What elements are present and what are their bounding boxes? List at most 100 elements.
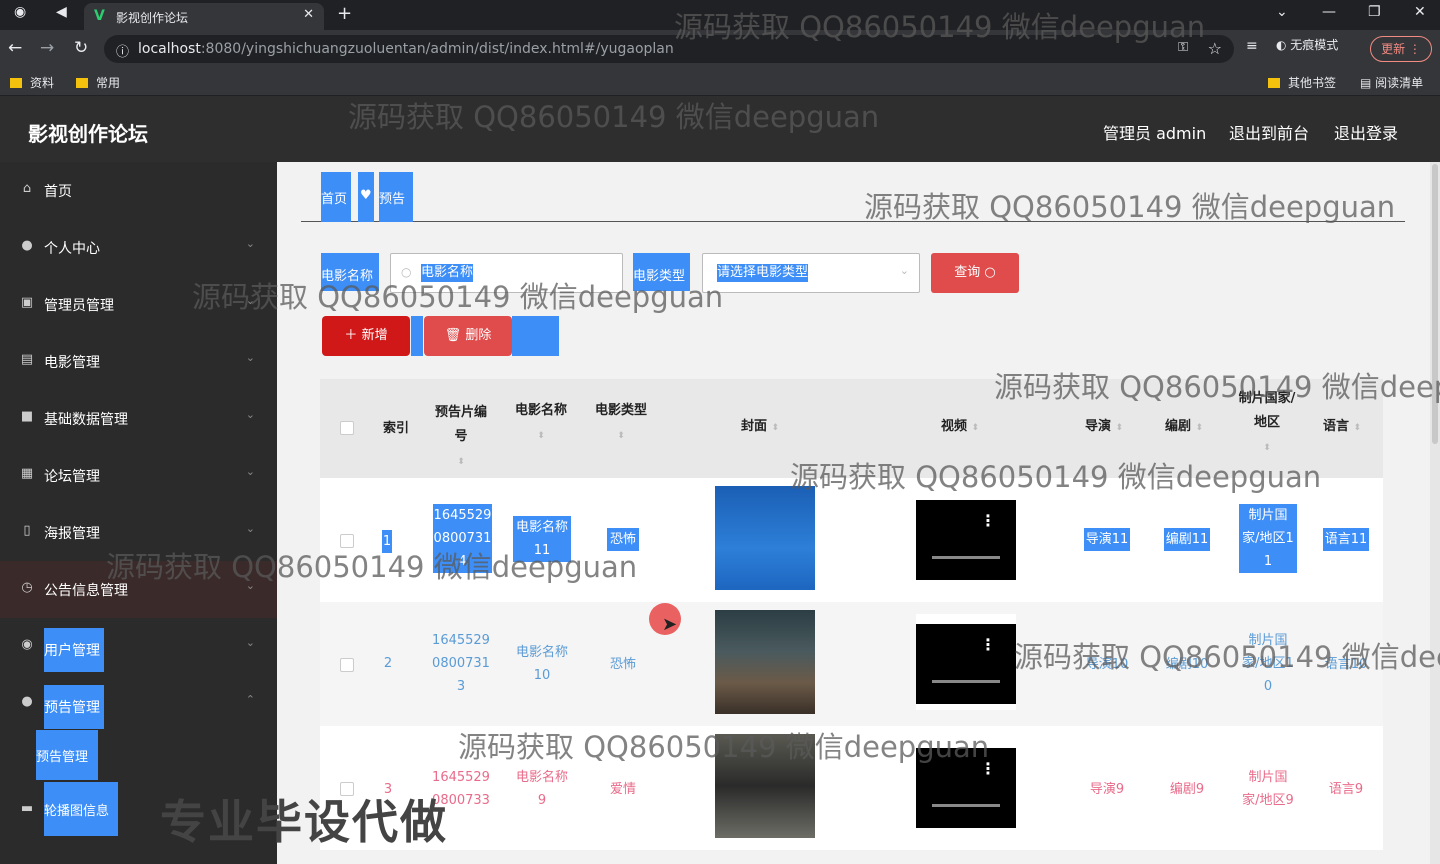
reading-list[interactable]: ▤ 阅读清单 [1360,74,1423,91]
sidebar-item-profile[interactable]: ● 个人中心 ⌄ [0,219,277,276]
cell-country: 制片国 家/地区9 [1242,770,1294,808]
cell-writer: 编剧9 [1169,782,1205,797]
promo-text: 专业毕设代做 [160,795,448,849]
sidebar-item-forum[interactable]: ▦ 论坛管理 ⌄ [0,447,277,504]
sort-icon[interactable]: ⬍ [972,423,980,433]
sidebar-item-label: 基础数据管理 [44,412,128,428]
sort-icon[interactable]: ⬍ [1116,423,1124,433]
to-front-link[interactable]: 退出到前台 [1229,120,1309,144]
video-player[interactable]: ⋮ [916,738,1016,834]
profile-button[interactable]: ◐ 无痕模式 [1276,36,1338,53]
name-search-placeholder: 电影名称 [421,264,474,282]
th-code[interactable]: 预告片编号 ⬍ [430,401,492,474]
url-field[interactable]: ⓘ localhost:8080/yingshichuangzuoluentan… [104,35,1234,63]
restore-icon[interactable]: ❐ [1368,4,1381,20]
sidebar-item-home[interactable]: ⌂ 首页 [0,162,277,219]
sort-icon[interactable]: ⬍ [1263,443,1271,453]
sidebar-item-notices[interactable]: ◷ 公告信息管理 ⌄ [0,561,277,618]
cell-language: 语言9 [1328,782,1364,797]
forward-icon[interactable]: → [40,38,54,58]
window-close-icon[interactable]: ✕ [1414,4,1426,20]
name-search-input[interactable]: ○ 电影名称 [390,253,623,293]
reading-list-icon[interactable]: ≡ [1246,38,1258,54]
table-row[interactable]: 3 1645529 0800733 电影名称 9 爱情 ⋮ 导演9 编剧9 制片国家… [320,726,1383,850]
bookmarks-bar: 资料 常用 其他书签 ▤ 阅读清单 [0,68,1440,96]
cell-name: 电影名称 9 [515,770,568,808]
site-logo-icon: V [94,8,105,24]
sort-icon[interactable]: ⬍ [537,431,545,441]
select-all-checkbox[interactable] [340,421,354,435]
sidebar-item-label: 首页 [44,184,72,200]
reload-icon[interactable]: ↻ [74,38,88,58]
th-director[interactable]: 导演 ⬍ [1072,415,1136,440]
bookmark-item[interactable]: 资料 [10,74,54,91]
row-checkbox[interactable] [340,534,354,548]
query-button[interactable]: 查询 ○ [931,253,1019,293]
app-header: 影视创作论坛 管理员 admin 退出到前台 退出登录 [0,96,1440,162]
table-row[interactable]: 1 1645529 0800731 4 电影名称 11 恐怖 ⋮ 导演11 编剧11 … [320,478,1383,602]
sidebar-item-trailers[interactable]: ● 预告管理 ⌃ [0,675,277,732]
mute-icon[interactable]: ◀ [56,4,67,20]
sort-icon[interactable]: ⬍ [1354,423,1362,433]
th-language[interactable]: 语言 ⬍ [1310,415,1374,440]
sidebar-item-label: 论坛管理 [44,469,100,485]
carousel-icon: ▬ [20,801,34,816]
sidebar-item-posters[interactable]: ▯ 海报管理 ⌄ [0,504,277,561]
breadcrumb-current: 预告 [379,172,413,222]
type-search-label: 电影类型 [633,253,690,291]
minimize-icon[interactable]: — [1322,4,1336,20]
update-button[interactable]: 更新 ⋮ [1370,36,1432,62]
type-select[interactable]: 请选择电影类型 ⌄ [702,253,920,293]
more-icon[interactable]: ⋮ [980,637,996,653]
cover-image [715,486,815,590]
sort-icon[interactable]: ⬍ [1196,423,1204,433]
main-content: 首页 ♥ 预告 电影名称 ○ 电影名称 电影类型 请选择电影类型 ⌄ 查询 ○ … [277,162,1440,864]
user-icon: ● [21,238,33,253]
sort-icon[interactable]: ⬍ [457,457,465,467]
chevron-down-icon: ⌄ [245,465,255,478]
sidebar-item-label: 预告管理 [44,685,104,729]
star-icon[interactable]: ☆ [1208,39,1222,58]
add-button[interactable]: ＋ 新增 [322,316,410,356]
back-icon[interactable]: ← [8,38,22,58]
admin-user: 管理员 admin [1103,124,1207,143]
cell-language: 语言11 [1323,528,1369,551]
sidebar-item-admins[interactable]: ▣ 管理员管理 ⌄ [0,276,277,333]
sidebar-item-label: 公告信息管理 [44,583,128,599]
cell-director: 导演11 [1084,528,1130,551]
th-cover[interactable]: 封面 ⬍ [710,415,810,440]
th-name[interactable]: 电影名称 ⬍ [510,399,572,448]
sort-icon[interactable]: ⬍ [617,431,625,441]
chrome-icon[interactable]: ◉ [14,4,26,20]
browser-tab[interactable]: V 影视创作论坛 ✕ [84,3,324,30]
sidebar-item-users[interactable]: ◉ 用户管理 ⌄ [0,618,277,675]
sort-icon[interactable]: ⬍ [772,423,780,433]
bookmark-item[interactable]: 常用 [76,74,120,91]
poster-icon: ▯ [23,523,31,538]
more-icon[interactable]: ⋮ [980,513,996,529]
sidebar-item-basedata[interactable]: ■ 基础数据管理 ⌄ [0,390,277,447]
key-icon[interactable]: ⚿ [1178,40,1188,55]
more-icon[interactable]: ⋮ [980,761,996,777]
th-type[interactable]: 电影类型 ⬍ [590,399,652,448]
chevron-down-icon[interactable]: ⌄ [1276,4,1288,20]
chevron-down-icon: ⌄ [245,351,255,364]
sidebar-item-films[interactable]: ▤ 电影管理 ⌄ [0,333,277,390]
chevron-down-icon: ⌄ [245,237,255,250]
other-bookmarks[interactable]: 其他书签 [1268,74,1336,91]
new-tab-icon[interactable]: + [337,3,352,24]
th-writer[interactable]: 编剧 ⬍ [1152,415,1216,440]
app-title: 影视创作论坛 [28,122,148,146]
reading-list-icon: ▤ [1360,76,1376,90]
delete-button[interactable]: 🗑 删除 [424,316,512,356]
sidebar-subitem-trailers[interactable]: 预告管理 [0,730,277,782]
close-icon[interactable]: ✕ [303,7,314,22]
breadcrumb-home[interactable]: 首页 [321,172,351,222]
th-video[interactable]: 视频 ⬍ [910,415,1010,440]
video-player[interactable]: ⋮ [916,614,1016,710]
video-player[interactable]: ⋮ [916,490,1016,586]
cell-name: 电影名称 10 [515,645,568,683]
info-icon[interactable]: ⓘ [116,41,129,60]
row-checkbox[interactable] [340,658,354,672]
logout-link[interactable]: 退出登录 [1334,120,1398,144]
